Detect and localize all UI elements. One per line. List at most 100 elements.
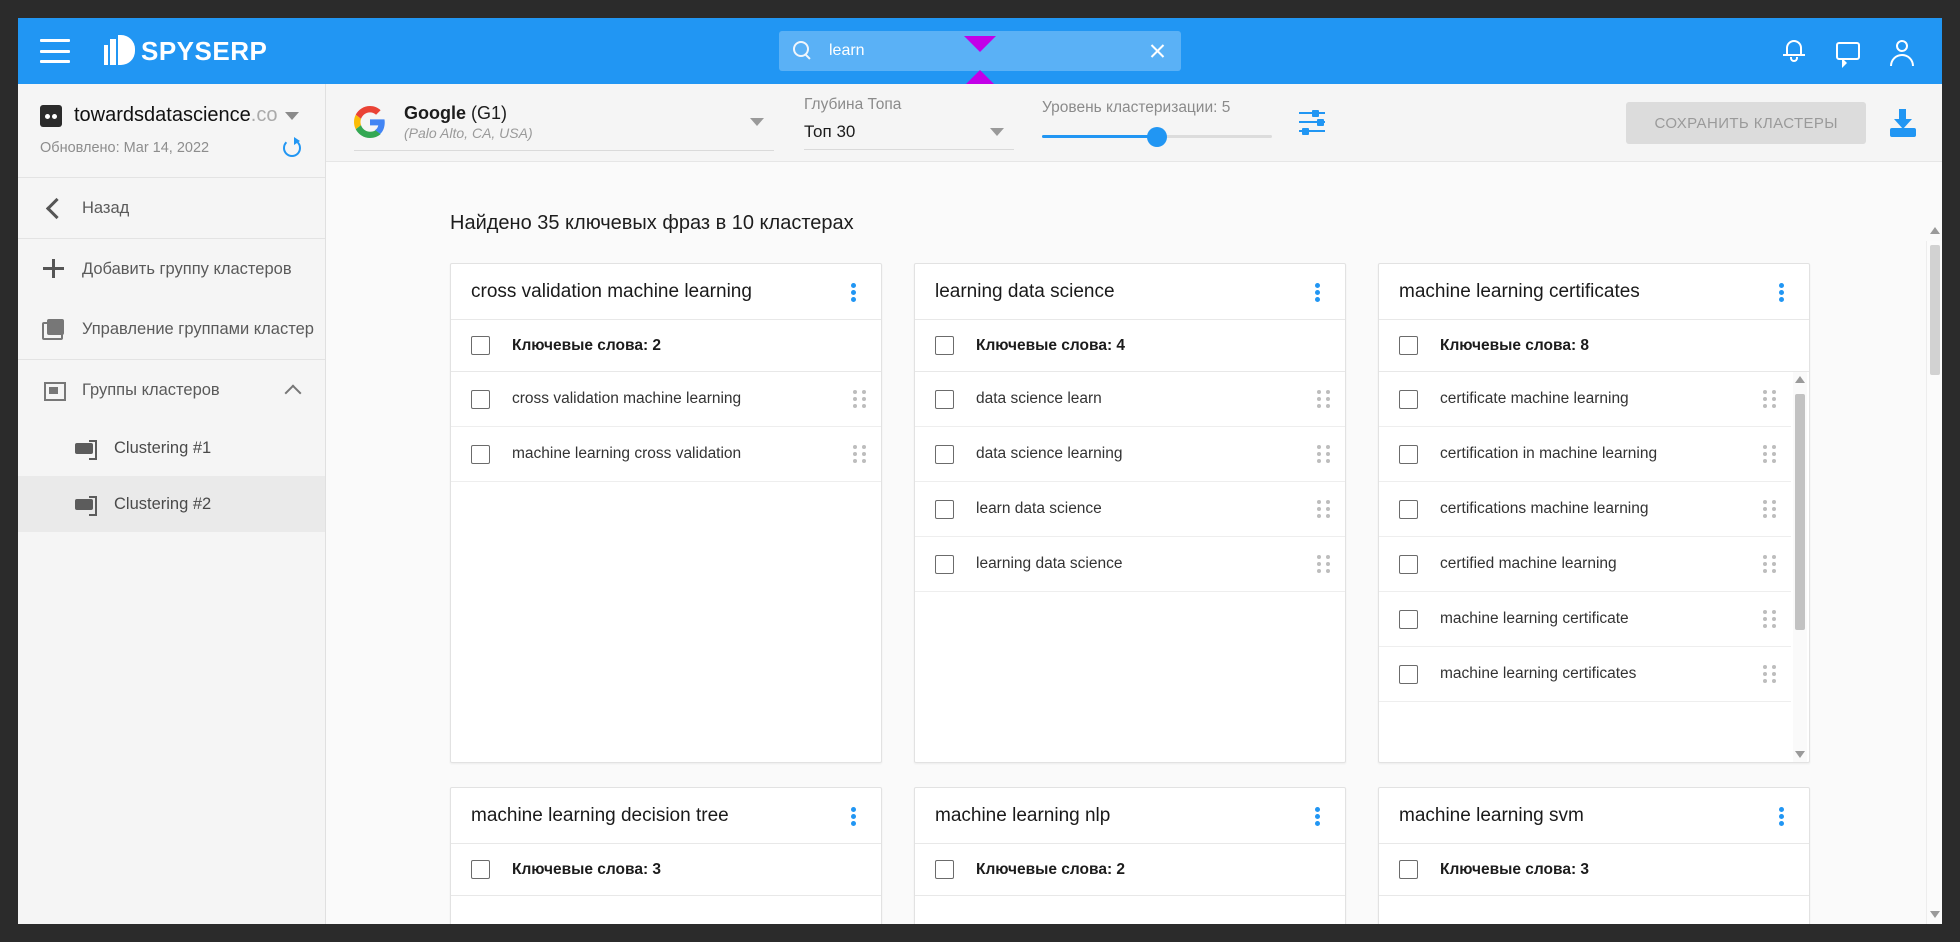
list-item[interactable]: machine learning certificate — [1379, 592, 1791, 647]
drag-handle-icon[interactable] — [1763, 610, 1777, 628]
top-depth-select[interactable]: Топ 30 — [804, 122, 1014, 150]
select-all-checkbox[interactable] — [935, 336, 954, 355]
more-options-icon[interactable] — [841, 803, 867, 829]
list-item[interactable]: cross validation machine learning — [451, 372, 881, 427]
select-all-checkbox[interactable] — [1399, 860, 1418, 879]
sidebar-item-label: Clustering #2 — [114, 495, 211, 514]
keywords-count-row[interactable]: Ключевые слова: 2 — [915, 844, 1345, 896]
download-icon[interactable] — [1888, 108, 1918, 138]
scrollbar-thumb[interactable] — [1930, 245, 1940, 375]
list-item[interactable]: certification in machine learning — [1379, 427, 1791, 482]
scroll-down-arrow-icon[interactable] — [1930, 911, 1940, 918]
site-selector[interactable]: towardsdatascience.co — [18, 84, 325, 131]
drag-handle-icon[interactable] — [853, 390, 867, 408]
chevron-down-icon[interactable] — [750, 118, 764, 126]
drag-handle-icon[interactable] — [1317, 500, 1331, 518]
site-favicon-icon — [40, 105, 62, 127]
search-input[interactable] — [829, 42, 1141, 60]
search-bar[interactable] — [779, 31, 1181, 71]
select-all-checkbox[interactable] — [471, 336, 490, 355]
drag-handle-icon[interactable] — [1317, 445, 1331, 463]
keyword-checkbox[interactable] — [1399, 445, 1418, 464]
user-icon[interactable] — [1888, 37, 1916, 65]
brand-logo[interactable]: SPYSERP — [104, 36, 267, 67]
drag-handle-icon[interactable] — [1763, 390, 1777, 408]
keyword-checkbox[interactable] — [471, 390, 490, 409]
chevron-down-icon[interactable] — [285, 112, 299, 120]
more-options-icon[interactable] — [1769, 279, 1795, 305]
search-engine-selector[interactable]: Google (G1) (Palo Alto, CA, USA) — [354, 95, 774, 151]
cluster-level-slider[interactable] — [1042, 125, 1272, 147]
keyword-checkbox[interactable] — [1399, 390, 1418, 409]
list-item[interactable]: certified machine learning — [1379, 537, 1791, 592]
keyword-checkbox[interactable] — [935, 390, 954, 409]
cluster-card-header: machine learning decision tree — [451, 788, 881, 844]
hamburger-icon[interactable] — [40, 39, 70, 63]
keywords-count-row[interactable]: Ключевые слова: 3 — [1379, 844, 1809, 896]
sidebar-group-header-cluster-groups[interactable]: Группы кластеров — [18, 360, 325, 420]
keywords-count-row[interactable]: Ключевые слова: 8 — [1379, 320, 1809, 372]
search-icon — [793, 41, 813, 61]
select-all-checkbox[interactable] — [935, 860, 954, 879]
keywords-count-row[interactable]: Ключевые слова: 3 — [451, 844, 881, 896]
drag-handle-icon[interactable] — [1317, 390, 1331, 408]
drag-handle-icon[interactable] — [1317, 555, 1331, 573]
sidebar-item-clustering-2[interactable]: Clustering #2 — [18, 476, 325, 532]
sidebar-item-clustering-1[interactable]: Clustering #1 — [18, 420, 325, 476]
sidebar-item-label: Группы кластеров — [82, 381, 220, 400]
list-item[interactable]: certifications machine learning — [1379, 482, 1791, 537]
scrollbar-thumb[interactable] — [1795, 394, 1805, 630]
keyword-checkbox[interactable] — [1399, 610, 1418, 629]
scroll-up-arrow-icon[interactable] — [1795, 376, 1805, 383]
keyword-text: machine learning certificates — [1440, 665, 1763, 683]
save-clusters-button[interactable]: СОХРАНИТЬ КЛАСТЕРЫ — [1626, 102, 1866, 144]
select-all-checkbox[interactable] — [471, 860, 490, 879]
top-depth-field: Глубина Топа Топ 30 — [804, 96, 1014, 150]
scroll-up-arrow-icon[interactable] — [1930, 227, 1940, 234]
drag-handle-icon[interactable] — [1763, 555, 1777, 573]
chat-icon[interactable] — [1834, 37, 1862, 65]
list-item[interactable]: machine learning cross validation — [451, 427, 881, 482]
list-item[interactable]: certificate machine learning — [1379, 372, 1791, 427]
refresh-icon[interactable] — [281, 137, 303, 159]
list-item[interactable]: data science learn — [915, 372, 1345, 427]
more-options-icon[interactable] — [1305, 803, 1331, 829]
keyword-checkbox[interactable] — [471, 445, 490, 464]
more-options-icon[interactable] — [841, 279, 867, 305]
keyword-checkbox[interactable] — [935, 445, 954, 464]
tune-icon[interactable] — [1298, 109, 1326, 137]
keywords-count-row[interactable]: Ключевые слова: 2 — [451, 320, 881, 372]
sidebar-item-back[interactable]: Назад — [18, 178, 325, 238]
keyword-checkbox[interactable] — [935, 555, 954, 574]
select-all-checkbox[interactable] — [1399, 336, 1418, 355]
list-item[interactable]: machine learning certificates — [1379, 647, 1791, 702]
slider-thumb[interactable] — [1147, 127, 1167, 147]
keyword-checkbox[interactable] — [935, 500, 954, 519]
keyword-checkbox[interactable] — [1399, 500, 1418, 519]
more-options-icon[interactable] — [1305, 279, 1331, 305]
drag-handle-icon[interactable] — [1763, 500, 1777, 518]
sidebar-item-add-cluster-group[interactable]: Добавить группу кластеров — [18, 239, 325, 299]
keyword-checkbox[interactable] — [1399, 665, 1418, 684]
list-item[interactable]: data science learning — [915, 427, 1345, 482]
keywords-count-row[interactable]: Ключевые слова: 4 — [915, 320, 1345, 372]
keyword-list[interactable]: certificate machine learning certificati… — [1379, 372, 1809, 762]
keyword-checkbox[interactable] — [1399, 555, 1418, 574]
page-scrollbar[interactable] — [1926, 241, 1942, 924]
drag-handle-icon[interactable] — [1763, 665, 1777, 683]
list-item[interactable]: learn data science — [915, 482, 1345, 537]
scroll-down-arrow-icon[interactable] — [1795, 751, 1805, 758]
keyword-text: cross validation machine learning — [512, 390, 853, 408]
close-icon[interactable] — [1141, 35, 1173, 67]
list-item[interactable]: learning data science — [915, 537, 1345, 592]
more-options-icon[interactable] — [1769, 803, 1795, 829]
bell-icon[interactable] — [1780, 37, 1808, 65]
chevron-up-icon[interactable] — [285, 384, 302, 401]
sidebar-item-manage-cluster-groups[interactable]: Управление группами кластер — [18, 299, 325, 359]
drag-handle-icon[interactable] — [1763, 445, 1777, 463]
chevron-down-icon[interactable] — [990, 128, 1004, 136]
cluster-title: machine learning nlp — [935, 805, 1305, 827]
content-scroll-area[interactable]: Найдено 35 ключевых фраз в 10 кластерах … — [326, 162, 1942, 924]
card-scrollbar[interactable] — [1793, 372, 1807, 762]
drag-handle-icon[interactable] — [853, 445, 867, 463]
